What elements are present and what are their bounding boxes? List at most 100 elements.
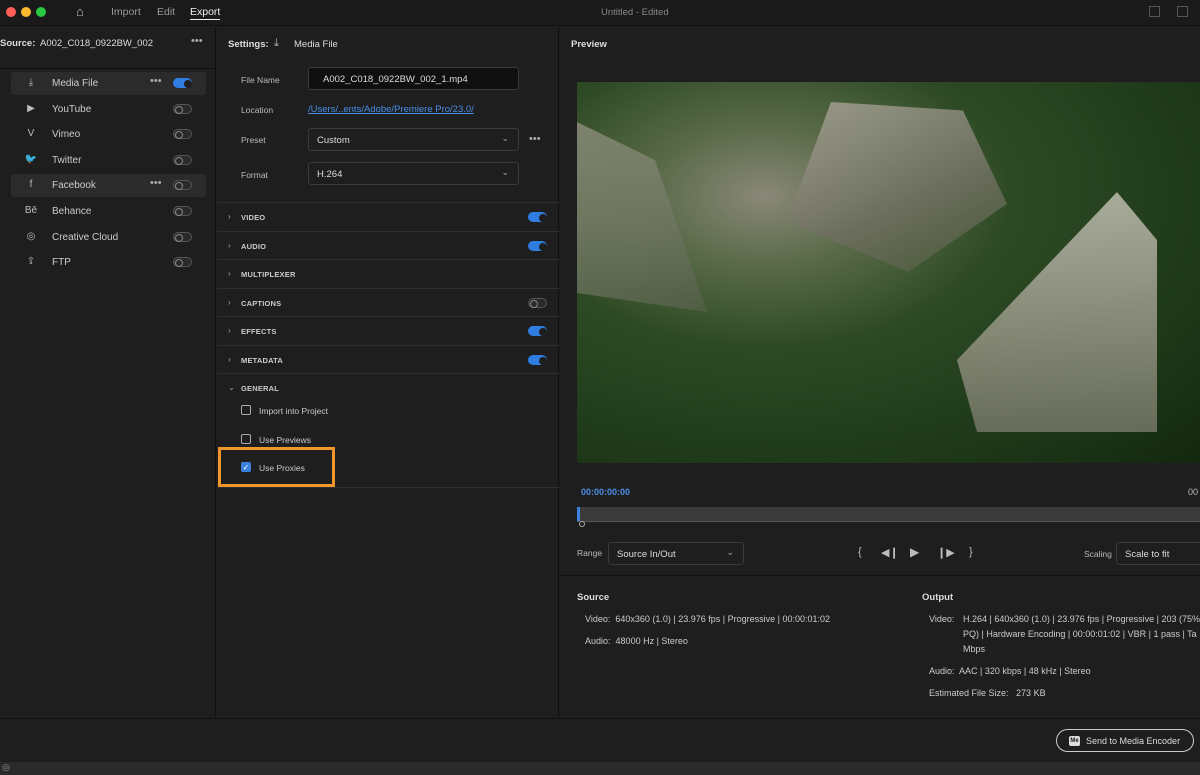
step-back-icon[interactable]: ◀❙ [881, 546, 899, 559]
play-icon[interactable]: ▶ [910, 545, 919, 559]
destination-toggle[interactable] [173, 129, 192, 140]
format-value: H.264 [317, 169, 343, 180]
destination-youtube[interactable]: ▶ YouTube [11, 98, 206, 121]
divider [217, 487, 559, 488]
location-label: Location [241, 105, 274, 115]
file-size-value: 273 KB [1016, 688, 1046, 698]
section-general[interactable]: ⌄ GENERAL [217, 373, 559, 402]
preset-dropdown[interactable]: Custom ⌄ [308, 128, 519, 151]
format-dropdown[interactable]: H.264 ⌄ [308, 162, 519, 185]
temple-left [577, 122, 707, 312]
destination-label: YouTube [52, 103, 92, 115]
source-audio-info: Audio: 48000 Hz | Stereo [585, 636, 688, 646]
chevron-down-icon: ⌄ [228, 383, 235, 392]
twitter-icon: 🐦 [24, 153, 38, 165]
video-label: Video: [585, 614, 611, 624]
nav-import[interactable]: Import [111, 6, 141, 18]
destination-toggle[interactable] [173, 206, 192, 216]
destination-label: FTP [52, 257, 71, 269]
nav-export[interactable]: Export [190, 6, 221, 20]
output-info-title: Output [922, 592, 954, 603]
section-video[interactable]: › VIDEO [217, 202, 559, 231]
section-toggle[interactable] [528, 354, 547, 365]
source-audio-value: 48000 Hz | Stereo [615, 636, 688, 646]
destination-label: Behance [52, 206, 92, 217]
source-more-button[interactable]: ••• [191, 35, 203, 47]
section-title: CAPTIONS [241, 298, 282, 308]
chevron-down-icon: ⌄ [726, 547, 734, 557]
section-title: METADATA [241, 355, 284, 365]
creative-cloud-icon: ◎ [26, 230, 36, 242]
section-toggle[interactable] [528, 240, 547, 251]
output-audio-info: Audio: AAC | 320 kbps | 48 kHz | Stereo [929, 666, 1091, 676]
source-name: A002_C018_0922BW_002 [40, 38, 154, 49]
minimize-window-button[interactable] [21, 7, 31, 17]
youtube-icon: ▶ [27, 102, 35, 114]
scaling-dropdown[interactable]: Scale to fit [1116, 542, 1200, 565]
file-name-input[interactable]: A002_C018_0922BW_002_1.mp4 [308, 67, 519, 90]
home-icon[interactable]: ⌂ [76, 4, 84, 19]
behance-icon: Bē [24, 205, 38, 216]
document-title: Untitled - Edited [601, 7, 669, 18]
checkbox-use-previews[interactable] [241, 433, 251, 444]
fullscreen-icon[interactable] [1177, 6, 1188, 17]
destination-creative-cloud[interactable]: ◎ Creative Cloud [11, 226, 206, 249]
more-options-button[interactable]: ••• [150, 177, 162, 189]
file-size-info: Estimated File Size: 273 KB [929, 688, 1046, 698]
format-label: Format [241, 170, 268, 180]
location-link[interactable]: /Users/..ents/Adobe/Premiere Pro/23.0/ [308, 104, 474, 115]
destination-ftp[interactable]: ⇪ FTP [11, 251, 206, 274]
section-title: VIDEO [241, 213, 266, 222]
section-toggle[interactable] [528, 212, 547, 222]
section-audio[interactable]: › AUDIO [217, 230, 559, 260]
set-out-point-button[interactable]: } [969, 546, 973, 558]
section-multiplexer[interactable]: › MULTIPLEXER [217, 259, 559, 288]
destination-vimeo[interactable]: V Vimeo [11, 123, 206, 146]
destination-media-file[interactable]: ⤓ Media File ••• [11, 72, 206, 95]
section-captions[interactable]: › CAPTIONS [217, 287, 559, 317]
status-bar: ◎ [0, 762, 1200, 775]
output-video-line-1: H.264 | 640x360 (1.0) | 23.976 fps | Pro… [963, 614, 1200, 624]
playhead[interactable] [577, 507, 580, 521]
section-metadata[interactable]: › METADATA [217, 344, 559, 374]
settings-label: Settings: [228, 39, 269, 50]
section-effects[interactable]: › EFFECTS [217, 316, 559, 345]
media-encoder-icon: Me [1069, 736, 1080, 746]
send-to-media-encoder-button[interactable]: Me Send to Media Encoder [1056, 729, 1194, 752]
file-size-label: Estimated File Size: [929, 688, 1009, 698]
range-label: Range [577, 548, 603, 558]
destination-behance[interactable]: Bē Behance [11, 200, 206, 223]
chevron-right-icon: › [228, 240, 231, 250]
maximize-window-button[interactable] [36, 7, 46, 17]
set-in-point-button[interactable]: { [858, 546, 862, 558]
destination-twitter[interactable]: 🐦 Twitter [11, 149, 206, 172]
range-dropdown[interactable]: Source In/Out ⌄ [608, 542, 744, 565]
checkbox-import-into-project[interactable] [241, 405, 251, 415]
step-forward-icon[interactable]: ❙▶ [937, 546, 955, 559]
more-options-button[interactable]: ••• [150, 75, 162, 87]
nav-edit[interactable]: Edit [157, 6, 175, 18]
destination-toggle[interactable] [173, 154, 192, 165]
facebook-icon: f [29, 179, 33, 191]
quick-export-icon[interactable] [1149, 6, 1160, 17]
in-point-handle[interactable] [579, 521, 585, 527]
destination-toggle[interactable] [173, 257, 192, 268]
section-toggle[interactable] [528, 297, 547, 308]
destination-toggle[interactable] [173, 231, 192, 242]
edited-status: - Edited [635, 7, 669, 18]
current-timecode: 00:00:00:00 [581, 487, 631, 497]
section-title: AUDIO [241, 241, 267, 251]
close-window-button[interactable] [6, 7, 16, 17]
vimeo-icon: V [27, 128, 35, 140]
timeline-scrubber[interactable] [577, 507, 1200, 522]
section-toggle[interactable] [528, 326, 547, 336]
preset-more-button[interactable]: ••• [529, 133, 541, 145]
destination-toggle[interactable] [173, 78, 192, 88]
divider [560, 575, 1200, 576]
end-timecode: 00 [1188, 487, 1199, 497]
destination-facebook[interactable]: f Facebook ••• [11, 174, 206, 198]
destination-toggle[interactable] [173, 180, 192, 191]
destinations-panel: Source: A002_C018_0922BW_002 ••• ⤓ Media… [0, 27, 216, 718]
destination-toggle[interactable] [173, 103, 192, 114]
settings-destination: Media File [294, 39, 338, 50]
